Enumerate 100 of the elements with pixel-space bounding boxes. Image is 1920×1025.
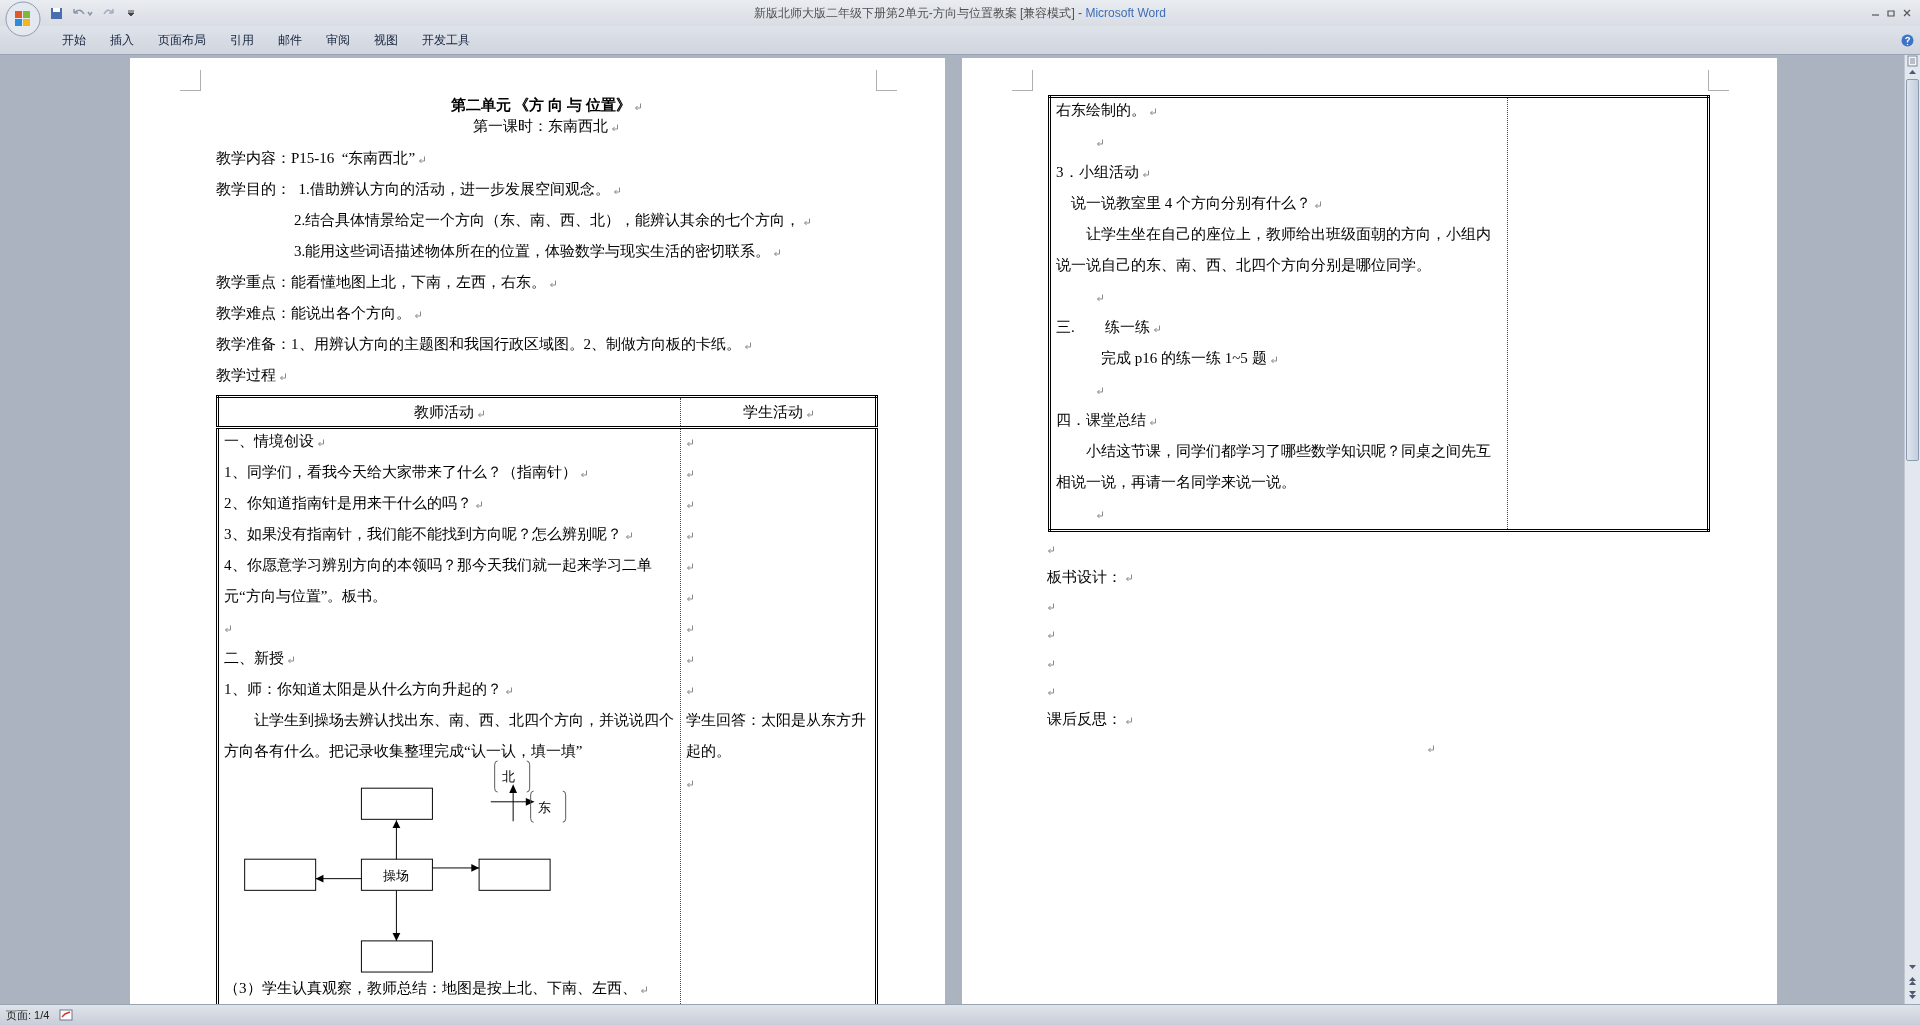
- paragraph-mark-icon: [1269, 355, 1278, 364]
- paragraph-mark-icon: [1096, 510, 1104, 519]
- ribbon-tab[interactable]: 开发工具: [410, 27, 482, 53]
- paragraph-mark-icon: [611, 123, 619, 132]
- paragraph: 完成 p16 的练一练 1~5 题: [1100, 350, 1267, 366]
- paragraph: 右东绘制的。: [1056, 102, 1146, 118]
- paragraph-mark-icon: [686, 562, 694, 571]
- paragraph: 2、你知道指南针是用来干什么的吗？: [224, 495, 472, 511]
- arrow: [431, 864, 480, 872]
- paragraph-mark-icon: [418, 155, 427, 164]
- paragraph-mark-icon: [805, 409, 814, 418]
- close-icon[interactable]: [1902, 8, 1912, 18]
- next-page-icon[interactable]: [1907, 990, 1918, 1001]
- paragraph-mark-icon: [1047, 602, 1055, 611]
- paragraph-mark-icon: [686, 438, 694, 447]
- paragraph: 3.能用这些词语描述物体所在的位置，体验数学与现实生活的密切联系。: [294, 243, 771, 259]
- margin-corner-mark: [1708, 70, 1729, 91]
- paragraph: 小结这节课，同学们都学习了哪些数学知识呢？同桌之间先互相说一说，再请一名同学来说一说。: [1056, 443, 1491, 490]
- paragraph-mark-icon: [317, 438, 325, 447]
- paragraph: 教学重点：能看懂地图上北，下南，左西，右东。: [216, 274, 546, 290]
- playground-box: 操场: [360, 858, 433, 891]
- paragraph: 3、如果没有指南针，我们能不能找到方向呢？怎么辨别呢？: [224, 526, 622, 542]
- ribbon-tab[interactable]: 插入: [98, 27, 146, 53]
- ribbon-tab[interactable]: 引用: [218, 27, 266, 53]
- ribbon-tab[interactable]: 开始: [50, 27, 98, 53]
- paragraph-mark-icon: [1047, 631, 1055, 640]
- paragraph-mark-icon: [1314, 200, 1322, 209]
- previous-page-icon[interactable]: [1907, 976, 1918, 987]
- scroll-up-icon[interactable]: [1907, 67, 1918, 77]
- paragraph: 课后反思：: [1047, 711, 1122, 727]
- ribbon-tab[interactable]: 页面布局: [146, 27, 218, 53]
- paragraph-mark-icon: [1096, 138, 1104, 147]
- paragraph: （3）学生认真观察，教师总结：地图是按上北、下南、左西、: [224, 980, 637, 996]
- paragraph: 3．小组活动: [1056, 164, 1139, 180]
- ribbon-tab[interactable]: 审阅: [314, 27, 362, 53]
- paragraph-mark-icon: [744, 341, 752, 350]
- paragraph-mark-icon: [773, 248, 782, 257]
- paragraph: 1、师：你知道太阳是从什么方向升起的？: [224, 681, 502, 697]
- document-heading: 第二单元 《方 向 与 位置》: [450, 97, 631, 113]
- paragraph: 让学生到操场去辨认找出东、南、西、北四个方向，并说说四个方向各有什么。把记录收集整理完成“认一认，填一填”: [224, 712, 674, 759]
- paragraph: 4、你愿意学习辨别方向的本领吗？那今天我们就一起来学习二单元“方向与位置”。板书。: [224, 557, 652, 604]
- paragraph-mark-icon: [549, 279, 557, 288]
- customize-toolbar-icon[interactable]: [127, 9, 135, 17]
- paragraph-mark-icon: [1047, 688, 1055, 697]
- paragraph-mark-icon: [224, 624, 232, 633]
- margin-corner-mark: [1012, 70, 1033, 91]
- north-label: 北: [494, 760, 531, 793]
- paragraph-mark-icon: [686, 593, 694, 602]
- paragraph: 一、情境创设: [224, 433, 314, 449]
- paragraph-mark-icon: [414, 310, 422, 319]
- paragraph: 教学内容：P15-16 “东南西北”: [216, 150, 416, 166]
- compass-arrows-icon: [490, 784, 535, 822]
- paragraph-mark-icon: [1125, 574, 1133, 583]
- paragraph-mark-icon: [686, 469, 694, 478]
- margin-corner-mark: [876, 70, 897, 91]
- column-header: 学生活动: [742, 404, 803, 420]
- page-indicator[interactable]: 页面: 1/4: [6, 1007, 50, 1023]
- paragraph-mark-icon: [686, 500, 694, 509]
- paragraph: 2.结合具体情景给定一个方向（东、南、西、北），能辨认其余的七个方向，: [294, 212, 801, 228]
- arrow: [392, 819, 401, 860]
- paragraph-mark-icon: [686, 655, 694, 664]
- paragraph: 说一说教室里 4 个方向分别有什么？: [1070, 195, 1311, 211]
- paragraph-mark-icon: [1149, 417, 1157, 426]
- paragraph: 二、新授: [224, 650, 284, 666]
- paragraph-mark-icon: [639, 985, 648, 994]
- paragraph: 教学准备：1、用辨认方向的主题图和我国行政区域图。2、制做方向板的卡纸。: [216, 336, 741, 352]
- column-header: 教师活动: [414, 404, 474, 420]
- paragraph-mark-icon: [1141, 169, 1150, 178]
- ribbon-tab[interactable]: 邮件: [266, 27, 314, 53]
- paragraph-mark-icon: [1047, 659, 1055, 668]
- paragraph-mark-icon: [686, 624, 694, 633]
- paragraph-mark-icon: [1152, 324, 1161, 333]
- paragraph-mark-icon: [1047, 545, 1055, 554]
- paragraph-mark-icon: [803, 217, 812, 226]
- east-label: 东: [530, 790, 567, 823]
- scrollbar-thumb[interactable]: [1906, 79, 1919, 461]
- paragraph: 学生回答：太阳是从东方升起的。: [686, 712, 866, 759]
- paragraph-mark-icon: [1125, 716, 1133, 725]
- save-icon[interactable]: [50, 6, 63, 20]
- paragraph-mark-icon: [633, 102, 642, 111]
- window-title: 新版北师大版二年级下册第2单元-方向与位置教案 [兼容模式] - Microsoft Word: [754, 6, 1166, 20]
- ruler-toggle-icon[interactable]: [1907, 55, 1918, 67]
- paragraph: 教学过程: [216, 367, 276, 383]
- paragraph: 三. 练一练: [1056, 319, 1150, 335]
- proofing-icon[interactable]: [59, 1009, 74, 1021]
- ribbon-tab[interactable]: 视图: [362, 27, 410, 53]
- paragraph-mark-icon: [686, 686, 694, 695]
- paragraph-mark-icon: [474, 500, 483, 509]
- paragraph-mark-icon: [686, 779, 694, 788]
- restore-icon[interactable]: [1886, 8, 1896, 18]
- paragraph: 1、同学们，看我今天给大家带来了什么？（指南针）: [224, 464, 577, 480]
- margin-corner-mark: [180, 70, 201, 91]
- paragraph-mark-icon: [1427, 745, 1435, 754]
- paragraph-mark-icon: [504, 686, 513, 695]
- paragraph-mark-icon: [1096, 386, 1104, 395]
- paragraph-mark-icon: [686, 531, 694, 540]
- arrow: [392, 889, 401, 942]
- paragraph-mark-icon: [287, 655, 295, 664]
- help-icon[interactable]: [1901, 33, 1914, 47]
- paragraph-mark-icon: [279, 372, 287, 381]
